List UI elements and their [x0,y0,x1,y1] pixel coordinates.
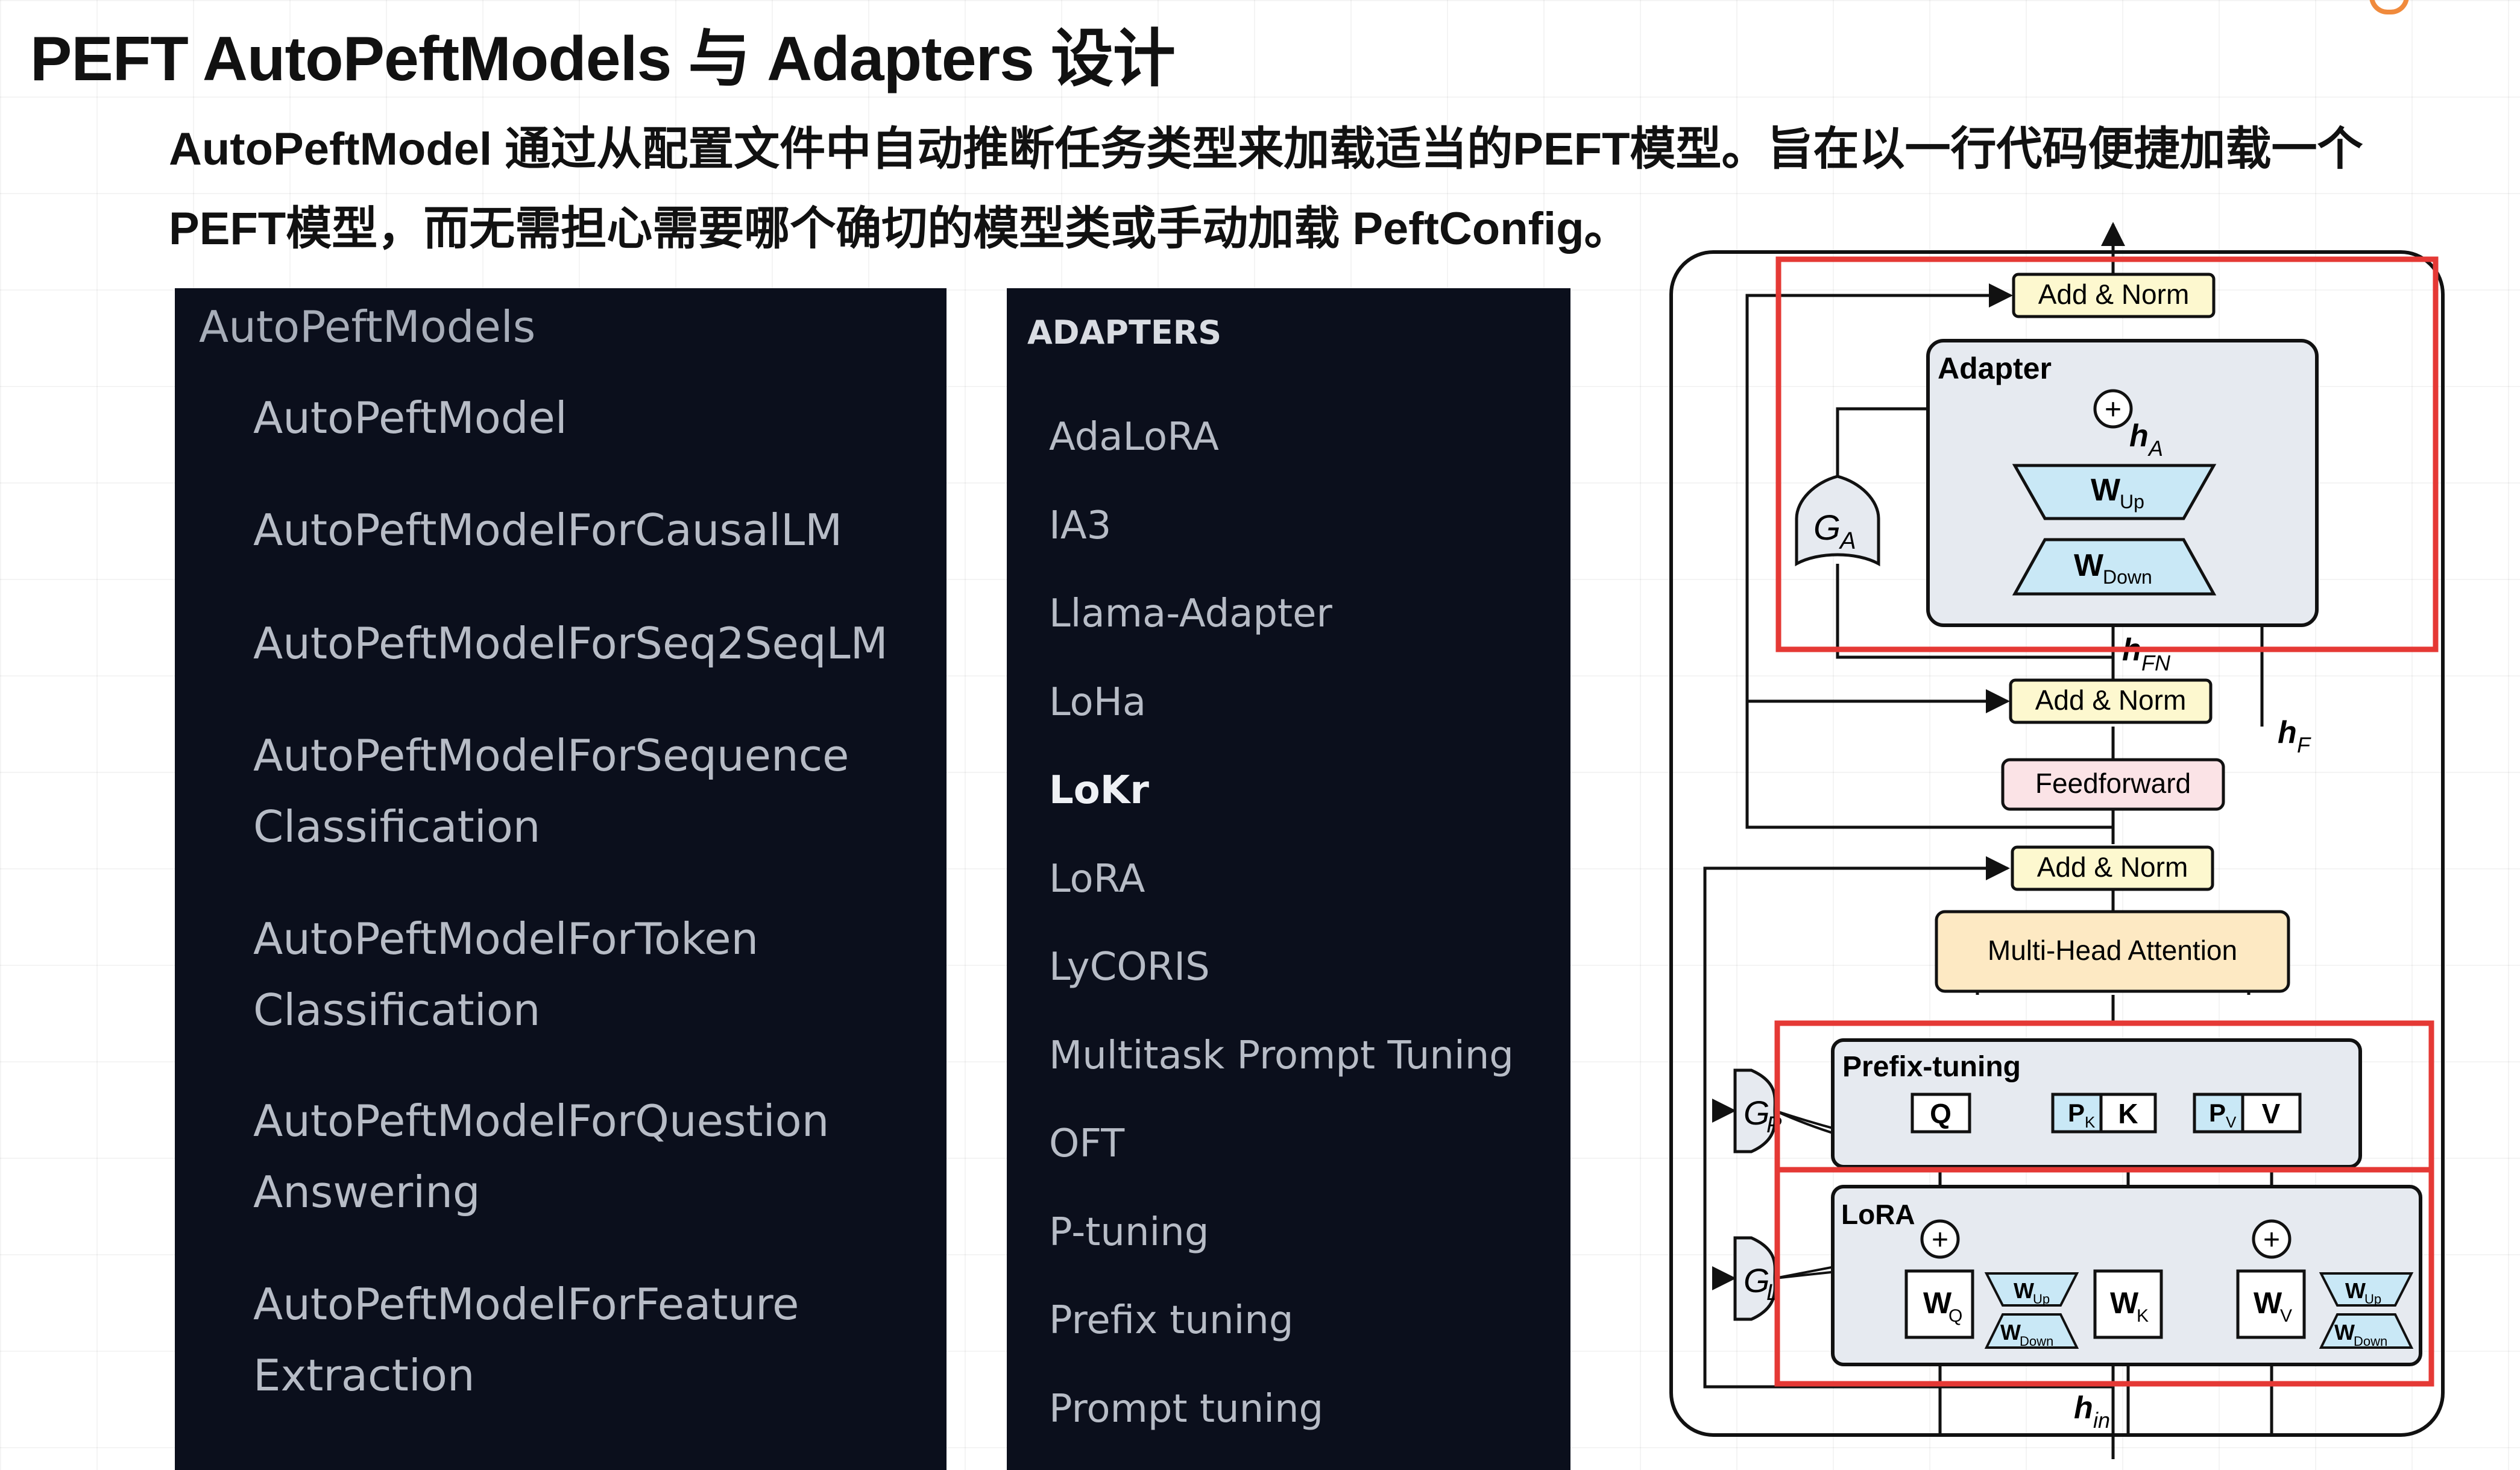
adapter-item[interactable]: Prompt tuning [1049,1385,1323,1433]
svg-text:P: P [2068,1099,2085,1127]
adapters-heading: ADAPTERS [1027,314,1222,352]
svg-text:F: F [2297,733,2311,757]
adapter-item[interactable]: LoKr [1049,766,1149,815]
svg-text:W: W [2334,1320,2355,1345]
add-norm-middle: Add & Norm [2009,678,2213,724]
svg-text:FN: FN [2141,651,2171,675]
svg-text:in: in [2093,1408,2110,1433]
svg-text:V: V [2262,1098,2281,1129]
autopeftmodel-item[interactable]: AutoPeftModelForQuestion [253,1085,829,1156]
corner-logo-icon [2369,0,2409,14]
peft-architecture-diagram: Add & Norm Add & Norm Add & Norm Adapter… [1669,222,2445,1459]
svg-text:W: W [2074,548,2104,583]
svg-text:K: K [2118,1098,2138,1129]
svg-text:Down: Down [2103,566,2152,588]
adapter-item[interactable]: Llama-Adapter [1049,590,1332,638]
svg-text:W: W [2000,1320,2021,1345]
multi-head-attention-box: Multi-Head Attention [1935,910,2290,993]
svg-text:W: W [2014,1278,2034,1303]
autopeftmodels-heading: AutoPeftModels [199,301,536,352]
autopeftmodel-item[interactable]: AutoPeftModelForToken [253,903,758,974]
svg-text:Down: Down [2020,1334,2053,1349]
svg-text:+: + [2263,1224,2280,1256]
svg-text:h: h [2129,418,2149,453]
add-norm-top: Add & Norm [2012,273,2216,318]
svg-text:W: W [2345,1278,2366,1303]
adapter-sum-node: + [2093,389,2133,429]
svg-text:K: K [2137,1306,2149,1326]
adapter-module: Adapter W Up W Down [1926,339,2319,627]
svg-text:Adapter: Adapter [1938,352,2052,385]
prefix-tuning-module: Prefix-tuning Q P K K P V V [1831,1038,2362,1169]
svg-text:Feedforward: Feedforward [2035,768,2191,799]
adapter-item[interactable]: OFT [1049,1120,1124,1168]
svg-text:h: h [2074,1390,2093,1425]
svg-text:Up: Up [2364,1292,2381,1307]
autopeftmodels-panel: AutoPeftModels AutoPeftModel AutoPeftMode… [175,288,947,1470]
svg-text:P: P [2209,1099,2226,1127]
autopeftmodel-item[interactable]: Extraction [253,1340,475,1411]
autopeftmodel-item[interactable]: AutoPeftModelForSequence [253,720,849,791]
label-h-in: h in [2074,1390,2110,1433]
svg-text:A: A [1839,528,1856,554]
adapter-item[interactable]: LyCORIS [1049,943,1210,991]
svg-text:W: W [2254,1286,2282,1320]
autopeftmodel-item[interactable]: Classification [253,974,540,1046]
svg-text:Up: Up [2033,1292,2050,1307]
lora-module: LoRA W Q W K W V W Up W Down W Up W Down [1831,1185,2422,1366]
autopeftmodel-item[interactable]: AutoPeftModelForFeature [253,1269,799,1340]
page-title: PEFT AutoPeftModels 与 Adapters 设计 [30,24,1176,94]
autopeftmodel-item[interactable]: Answering [253,1156,480,1228]
adapter-item[interactable]: Multitask Prompt Tuning [1049,1032,1514,1080]
gate-l: G L [1733,1236,1779,1321]
adapter-item[interactable]: LoHa [1049,678,1146,727]
svg-text:Up: Up [2120,491,2144,513]
svg-text:Q: Q [1930,1098,1951,1129]
svg-text:Add & Norm: Add & Norm [2035,684,2187,716]
svg-text:h: h [2278,715,2297,750]
svg-text:W: W [2110,1286,2139,1320]
autopeftmodel-item[interactable]: AutoPeftModel [253,382,567,453]
adapter-item[interactable]: IA3 [1049,502,1111,550]
svg-text:V: V [2226,1113,2237,1131]
adapter-item[interactable]: LoRA [1049,855,1145,903]
lora-sum-node-q: + [1920,1219,1960,1259]
svg-text:V: V [2280,1306,2292,1326]
adapter-item[interactable]: P-tuning [1049,1208,1209,1257]
svg-text:Prefix-tuning: Prefix-tuning [1842,1051,2021,1083]
svg-text:+: + [1932,1224,1948,1256]
autopeftmodel-item[interactable]: AutoPeftModelForCausalLM [253,494,842,566]
label-h-fn: h FN [2122,632,2171,675]
adapter-item[interactable]: Prefix tuning [1049,1296,1293,1345]
lora-sum-node-v: + [2252,1219,2292,1259]
svg-text:W: W [2091,473,2121,508]
svg-text:W: W [1923,1286,1952,1320]
label-h-f: h F [2278,715,2311,757]
add-norm-bottom: Add & Norm [2011,845,2214,891]
svg-text:K: K [2085,1113,2096,1131]
svg-text:A: A [2147,436,2163,461]
svg-text:Multi-Head Attention: Multi-Head Attention [1988,935,2237,966]
autopeftmodel-item[interactable]: Classification [253,791,540,862]
autopeftmodel-item[interactable]: AutoPeftModelForSeq2SeqLM [253,608,888,679]
svg-text:Add & Norm: Add & Norm [2038,279,2190,310]
adapters-panel: ADAPTERS AdaLoRA IA3 Llama-Adapter LoHa LoKr… [1007,288,1570,1470]
svg-text:+: + [2105,394,2122,426]
svg-text:LoRA: LoRA [1841,1199,1915,1230]
svg-text:Down: Down [2354,1334,2387,1349]
svg-text:Q: Q [1948,1306,1962,1326]
adapter-item[interactable]: AdaLoRA [1049,413,1219,461]
feedforward-box: Feedforward [2001,758,2225,811]
svg-text:G: G [1813,508,1841,547]
gate-a: G A [1795,475,1880,567]
svg-text:Add & Norm: Add & Norm [2037,851,2188,883]
